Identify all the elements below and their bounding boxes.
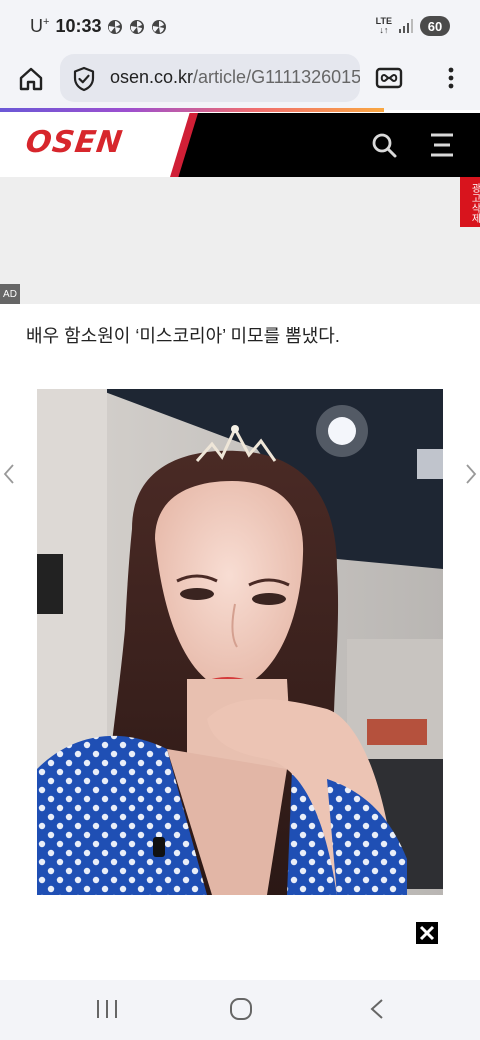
- site-logo[interactable]: OSEN: [0, 113, 195, 177]
- tabs-button[interactable]: [374, 64, 404, 92]
- hamburger-menu-icon[interactable]: [428, 131, 456, 159]
- home-icon: [19, 67, 43, 91]
- home-nav-icon[interactable]: [229, 997, 253, 1021]
- more-vertical-icon: [448, 67, 454, 89]
- chevron-right-icon[interactable]: [464, 462, 478, 486]
- site-header: OSEN: [0, 113, 480, 177]
- ad-label: AD: [0, 284, 20, 304]
- recent-apps-icon[interactable]: [94, 998, 120, 1020]
- url-domain: osen.co.kr: [110, 67, 194, 87]
- carrier-label: U+: [30, 16, 49, 37]
- pinwheel-icon: [152, 19, 167, 34]
- home-button[interactable]: [14, 62, 48, 96]
- status-left: U+ 10:33: [30, 16, 167, 37]
- pinwheel-icon: [130, 19, 145, 34]
- logo-text: OSEN: [23, 125, 126, 160]
- address-bar[interactable]: osen.co.kr/article/G1111326015: [60, 54, 360, 102]
- ad-remove-button[interactable]: 광고삭제: [460, 177, 480, 227]
- browser-toolbar: osen.co.kr/article/G1111326015: [0, 54, 480, 110]
- url-text[interactable]: osen.co.kr/article/G1111326015: [110, 67, 360, 88]
- page-load-progress: [0, 108, 384, 112]
- url-path: /article/G1111326015: [193, 67, 360, 87]
- close-icon[interactable]: [416, 922, 438, 944]
- photo-illustration: [37, 389, 443, 895]
- signal-icon: [399, 19, 413, 33]
- browser-menu-button[interactable]: [436, 64, 466, 92]
- article-lead: 배우 함소원이 ‘미스코리아’ 미모를 뽐냈다.: [26, 326, 340, 346]
- shield-icon[interactable]: [72, 66, 96, 92]
- carrier-sup: +: [43, 16, 50, 28]
- network-indicator: LTE ↓↑: [376, 17, 392, 35]
- ad-banner[interactable]: 광고삭제 AD: [0, 177, 480, 304]
- search-icon[interactable]: [370, 131, 398, 159]
- status-right: LTE ↓↑ 60: [376, 16, 450, 36]
- status-time: 10:33: [55, 16, 102, 36]
- chevron-left-icon[interactable]: [2, 462, 16, 486]
- status-bar: U+ 10:33 LTE ↓↑ 60: [0, 0, 480, 54]
- data-arrows-icon: ↓↑: [379, 25, 389, 35]
- pinwheel-icon: [108, 19, 123, 34]
- battery-badge: 60: [420, 16, 450, 36]
- back-icon[interactable]: [368, 997, 386, 1021]
- tabs-icon: [375, 67, 403, 89]
- system-nav-bar: [0, 980, 480, 1040]
- carrier-text: U: [30, 16, 43, 36]
- article-photo[interactable]: [37, 389, 443, 895]
